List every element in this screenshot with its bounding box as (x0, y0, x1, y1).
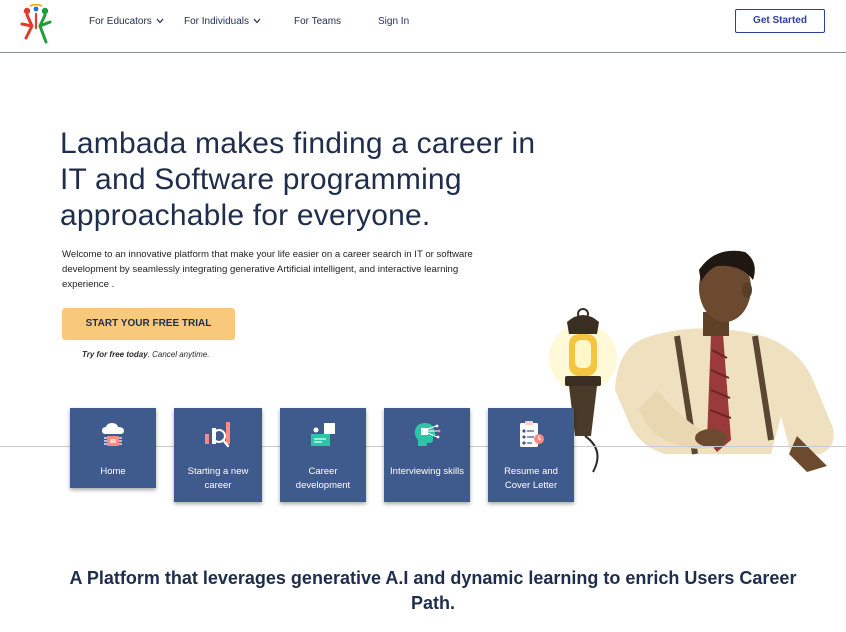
free-trial-note: Try for free today. Cancel anytime. (82, 350, 209, 359)
free-trial-note-bold: Try for free today (82, 350, 148, 359)
card-career-development[interactable]: Career development (280, 408, 366, 502)
card-interviewing-skills[interactable]: Interviewing skills (384, 408, 470, 502)
head-circuit-icon (414, 423, 441, 446)
nav-for-individuals[interactable]: For Individuals (184, 16, 261, 27)
card-career-development-label: Career development (295, 466, 351, 491)
hero-title: Lambada makes finding a career in IT and… (60, 127, 536, 232)
logo-icon[interactable] (18, 4, 54, 46)
card-home[interactable]: Home (70, 408, 156, 488)
card-interviewing-skills-label: Interviewing skills (390, 466, 464, 477)
platform-tagline: A Platform that leverages generative A.I… (69, 568, 797, 613)
card-home-label: Home (100, 466, 126, 477)
card-resume-cover-letter[interactable]: Resume and Cover Letter (488, 408, 574, 502)
chevron-down-icon (156, 18, 164, 24)
presentation-board-icon (311, 423, 335, 446)
card-resume-cover-letter-label: Resume and Cover Letter (504, 466, 558, 491)
nav-for-teams[interactable]: For Teams (294, 16, 341, 27)
man-with-lantern-illustration (549, 250, 834, 473)
checklist-icon (520, 421, 544, 447)
nav-for-educators-label: For Educators (89, 16, 152, 27)
site-header: For Educators For Individuals For Teams … (0, 0, 846, 53)
nav-sign-in[interactable]: Sign In (378, 16, 409, 27)
hero-description: Welcome to an innovative platform that m… (62, 249, 473, 290)
cloud-chip-icon (102, 423, 124, 446)
nav-for-individuals-label: For Individuals (184, 16, 250, 27)
chart-search-icon (205, 422, 230, 448)
card-starting-new-career[interactable]: Starting a new career (174, 408, 262, 502)
nav-for-educators[interactable]: For Educators (89, 16, 164, 27)
start-free-trial-button[interactable]: START YOUR FREE TRIAL (62, 308, 235, 340)
get-started-button[interactable]: Get Started (735, 9, 825, 33)
card-starting-new-career-label: Starting a new career (187, 466, 249, 491)
chevron-down-icon (253, 18, 261, 24)
free-trial-note-rest: . Cancel anytime. (147, 350, 210, 359)
